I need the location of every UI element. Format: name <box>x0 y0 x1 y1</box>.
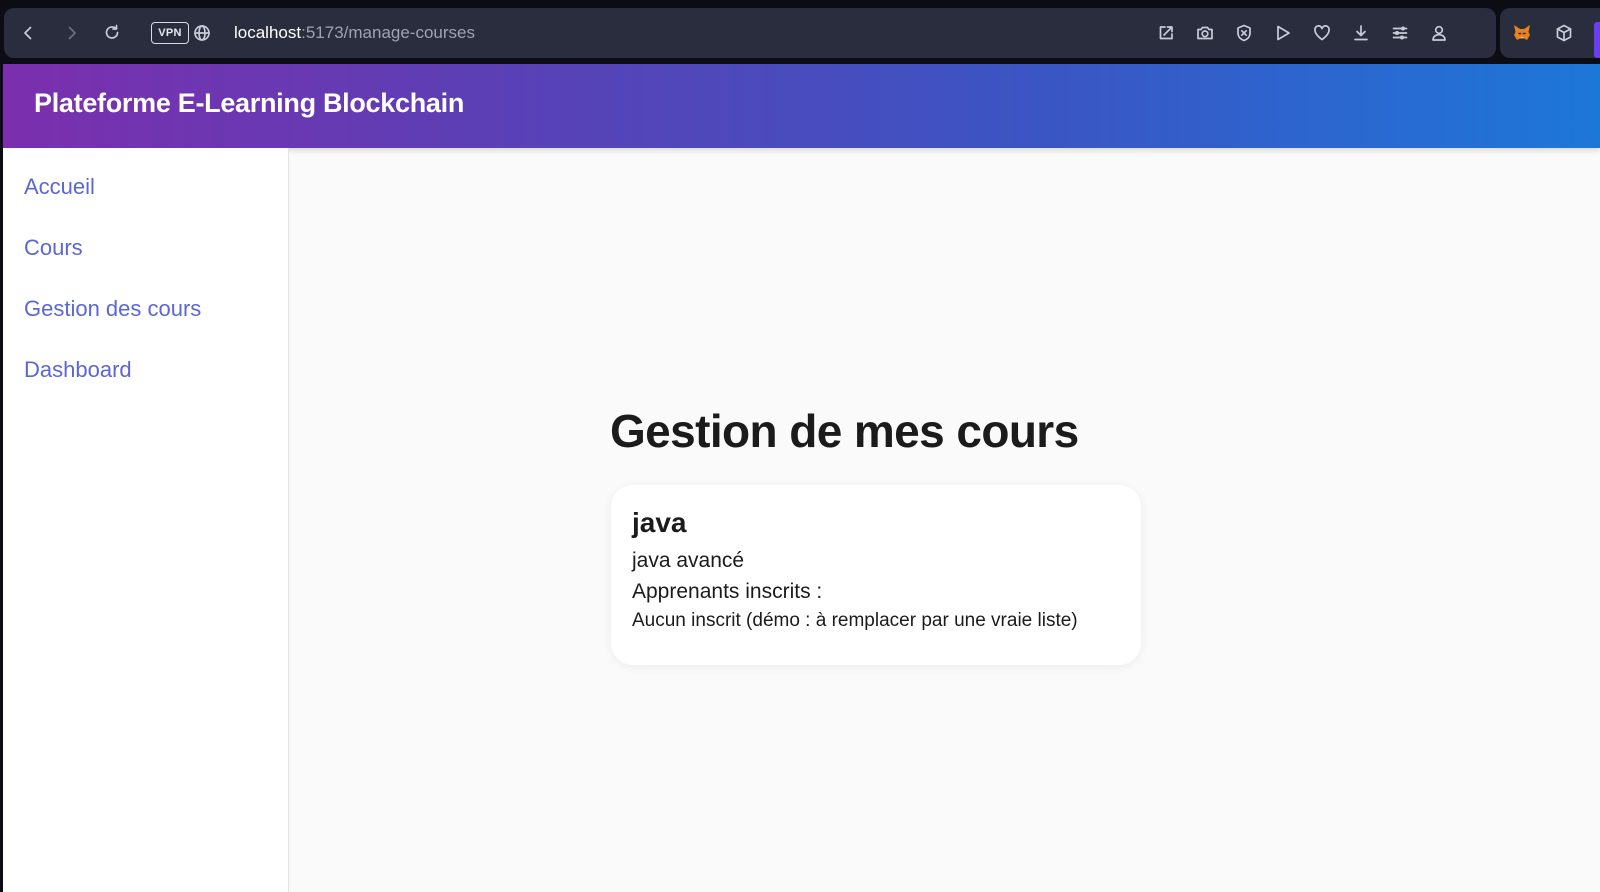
app-title: Plateforme E-Learning Blockchain <box>34 88 465 118</box>
extensions-bar <box>1500 8 1600 58</box>
course-title: java <box>632 507 687 538</box>
url-host: localhost <box>234 23 302 42</box>
enrolled-learners-empty-text: Aucun inscrit (démo : à remplacer par un… <box>632 610 1078 631</box>
browser-toolbar: VPN localhost:5173/manage-courses <box>4 8 1496 58</box>
forward-icon[interactable] <box>54 8 90 58</box>
enrolled-learners-label: Apprenants inscrits : <box>632 580 823 603</box>
heart-icon[interactable] <box>1304 8 1340 58</box>
browser-chrome: VPN localhost:5173/manage-courses <box>0 0 1600 64</box>
download-icon[interactable] <box>1343 8 1379 58</box>
reload-icon[interactable] <box>94 8 130 58</box>
course-card: java java avancé Apprenants inscrits : A… <box>611 485 1141 665</box>
back-icon[interactable] <box>10 8 46 58</box>
sidebar: Accueil Cours Gestion des cours Dashboar… <box>3 148 289 892</box>
sidebar-item-gestion-des-cours[interactable]: Gestion des cours <box>24 296 201 322</box>
profile-icon[interactable] <box>1421 8 1457 58</box>
app-header: Plateforme E-Learning Blockchain <box>3 64 1600 148</box>
sidebar-item-cours[interactable]: Cours <box>24 235 83 261</box>
share-icon[interactable] <box>1148 8 1184 58</box>
shield-icon[interactable] <box>1226 8 1262 58</box>
address-bar[interactable]: localhost:5173/manage-courses <box>234 21 475 45</box>
sidebar-item-dashboard[interactable]: Dashboard <box>24 357 132 383</box>
menu-icon[interactable] <box>1382 8 1418 58</box>
camera-icon[interactable] <box>1187 8 1223 58</box>
sidebar-item-accueil[interactable]: Accueil <box>24 174 95 200</box>
globe-icon[interactable] <box>184 8 220 58</box>
app-viewport: Plateforme E-Learning Blockchain Accueil… <box>3 64 1600 892</box>
page-title: Gestion de mes cours <box>610 405 1079 457</box>
course-description: java avancé <box>632 549 745 572</box>
sidebar-toggle-strip[interactable] <box>1594 22 1600 58</box>
play-icon[interactable] <box>1265 8 1301 58</box>
fox-extension-icon[interactable] <box>1504 8 1540 58</box>
cube-extension-icon[interactable] <box>1546 8 1582 58</box>
url-path: :5173/manage-courses <box>301 23 475 42</box>
